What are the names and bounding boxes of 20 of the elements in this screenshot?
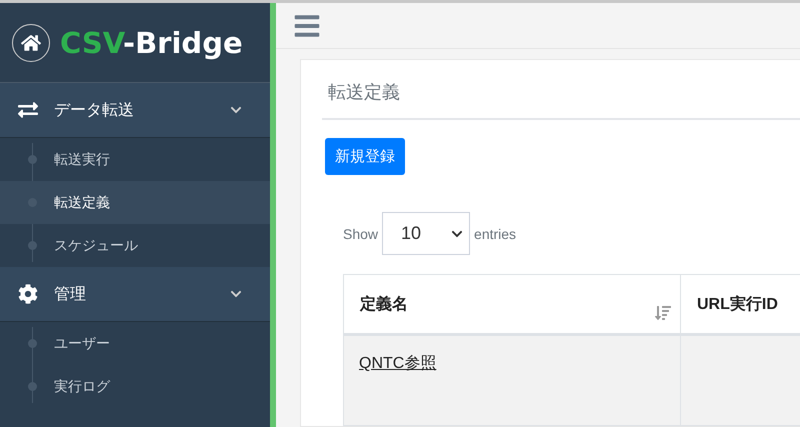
arrows-icon (18, 100, 40, 120)
entries-select[interactable]: 10 (382, 212, 470, 255)
sidebar-item[interactable]: ユーザー (0, 322, 270, 365)
sidebar-section[interactable]: 管理 (0, 267, 270, 322)
app-logo: CSV-Bridge (60, 26, 243, 60)
show-label: Show (343, 226, 378, 242)
entries-label: entries (474, 226, 516, 242)
home-icon[interactable] (12, 24, 50, 62)
section-label: 管理 (54, 284, 87, 304)
new-button[interactable]: 新規登録 (325, 138, 405, 175)
sidebar-item[interactable]: スケジュール (0, 224, 270, 267)
definition-link[interactable]: QNTC参照 (359, 355, 436, 372)
sidebar-item[interactable]: 転送実行 (0, 138, 270, 181)
gear-icon (18, 284, 40, 304)
sidebar-item[interactable]: 転送定義 (0, 181, 270, 224)
section-label: データ転送 (54, 100, 135, 120)
sidebar-section[interactable]: データ転送 (0, 83, 270, 138)
sidebar-item[interactable]: 実行ログ (0, 365, 270, 408)
sort-icon (655, 305, 671, 321)
page-title: 転送定義 (327, 81, 401, 104)
